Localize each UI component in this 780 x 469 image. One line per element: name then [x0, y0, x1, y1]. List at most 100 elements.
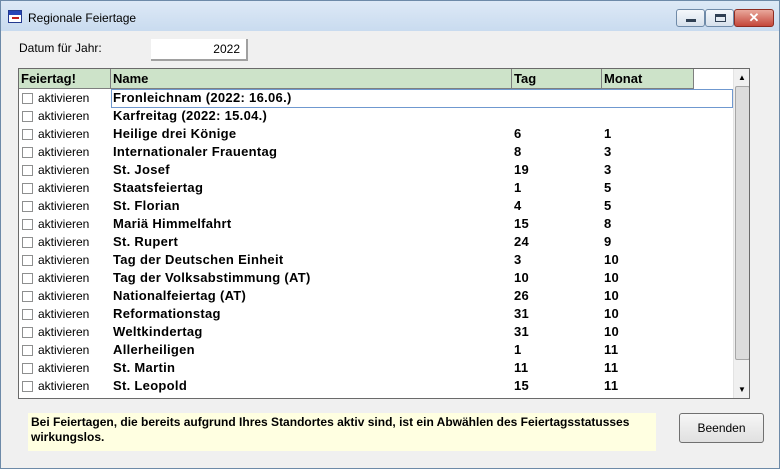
activate-cell[interactable]: aktivieren [19, 269, 111, 287]
holiday-month [602, 107, 694, 125]
activate-cell[interactable]: aktivieren [19, 305, 111, 323]
activate-cell[interactable]: aktivieren [19, 341, 111, 359]
activate-checkbox[interactable] [22, 236, 33, 248]
activate-cell[interactable]: aktivieren [19, 215, 111, 233]
scroll-thumb[interactable] [735, 86, 749, 360]
holiday-name: Weltkindertag [113, 324, 203, 339]
activate-checkbox[interactable] [22, 164, 33, 176]
holiday-day: 1 [514, 180, 522, 195]
activate-checkbox[interactable] [22, 200, 33, 212]
activate-checkbox[interactable] [22, 218, 33, 230]
year-label: Datum für Jahr: [19, 41, 102, 55]
table-row[interactable]: aktivieren Internationaler Frauentag 8 3 [19, 143, 733, 161]
vertical-scrollbar[interactable]: ▲ ▼ [733, 69, 749, 398]
activate-label: aktivieren [38, 289, 90, 303]
activate-cell[interactable]: aktivieren [19, 125, 111, 143]
title-bar[interactable]: Regionale Feiertage ✕ [1, 1, 779, 31]
activate-cell[interactable]: aktivieren [19, 161, 111, 179]
table-row[interactable]: aktivieren Tag der Volksabstimmung (AT) 10… [19, 269, 733, 287]
activate-cell[interactable]: aktivieren [19, 323, 111, 341]
activate-checkbox[interactable] [22, 128, 33, 140]
column-header-name[interactable]: Name [111, 69, 512, 89]
activate-checkbox[interactable] [22, 110, 33, 122]
activate-checkbox[interactable] [22, 290, 33, 302]
year-input[interactable] [151, 39, 248, 61]
activate-checkbox[interactable] [22, 92, 33, 104]
activate-label: aktivieren [38, 181, 90, 195]
activate-cell[interactable]: aktivieren [19, 143, 111, 161]
activate-checkbox[interactable] [22, 399, 33, 400]
column-header-active[interactable]: Feiertag! [19, 69, 111, 89]
table-row[interactable]: aktivieren Weltkindertag 31 10 [19, 323, 733, 341]
activate-label: aktivieren [38, 109, 90, 123]
holiday-day: 31 [514, 324, 530, 339]
activate-cell[interactable]: aktivieren [19, 377, 111, 395]
scroll-down-icon[interactable]: ▼ [734, 381, 749, 398]
activate-cell[interactable]: aktivieren [19, 233, 111, 251]
holiday-month: 9 [604, 234, 612, 249]
holiday-name: St. Martin [113, 360, 176, 375]
holiday-dialog: Regionale Feiertage ✕ Datum für Jahr: Fe… [0, 0, 780, 469]
holiday-name: Internationaler Frauentag [113, 144, 278, 159]
holiday-month: 5 [604, 198, 612, 213]
table-row[interactable]: aktivieren Allerheiligen 1 11 [19, 341, 733, 359]
holiday-name: St. Rupert [113, 234, 179, 249]
activate-cell[interactable]: aktivieren [19, 89, 111, 107]
holiday-name: St. Florian [113, 198, 180, 213]
table-row[interactable]: aktivieren Nationalfeiertag (AT) 26 10 [19, 287, 733, 305]
activate-checkbox[interactable] [22, 182, 33, 194]
table-row[interactable]: aktivieren Fronleichnam (2022: 16.06.) [19, 89, 733, 108]
holiday-name: Mariä Himmelfahrt [113, 216, 232, 231]
activate-checkbox[interactable] [22, 344, 33, 356]
holiday-month: 11 [604, 342, 619, 357]
activate-cell[interactable]: aktivieren [19, 287, 111, 305]
table-row[interactable]: aktivieren St. Martin 11 11 [19, 359, 733, 377]
activate-label: aktivieren [38, 307, 90, 321]
holiday-name: Staatsfeiertag [113, 180, 204, 195]
holiday-month [602, 89, 694, 107]
activate-cell[interactable]: aktivieren [19, 395, 111, 400]
close-button[interactable]: ✕ [734, 9, 774, 27]
table-row[interactable]: aktivieren Tag der Deutschen Einheit 3 10 [19, 251, 733, 269]
activate-cell[interactable]: aktivieren [19, 107, 111, 125]
column-header-month[interactable]: Monat [602, 69, 694, 89]
activate-checkbox[interactable] [22, 380, 33, 392]
table-row[interactable]: aktivieren Karfreitag (2022: 15.04.) [19, 107, 733, 125]
column-header-day[interactable]: Tag [512, 69, 602, 89]
holiday-name: Fronleichnam (2022: 16.06.) [113, 90, 292, 105]
activate-label: aktivieren [38, 343, 90, 357]
activate-checkbox[interactable] [22, 272, 33, 284]
table-row[interactable]: aktivieren Mariä Himmelfahrt 15 8 [19, 215, 733, 233]
activate-cell[interactable]: aktivieren [19, 251, 111, 269]
calendar-icon [8, 10, 22, 23]
activate-checkbox[interactable] [22, 308, 33, 320]
minimize-button[interactable] [676, 9, 705, 27]
holiday-day: 26 [514, 288, 530, 303]
activate-cell[interactable]: aktivieren [19, 359, 111, 377]
table-row[interactable]: aktivieren St. Josef 19 3 [19, 161, 733, 179]
table-row[interactable]: aktivieren Reformationstag 31 10 [19, 305, 733, 323]
holiday-name: St. Josef [113, 162, 170, 177]
activate-checkbox[interactable] [22, 146, 33, 158]
maximize-button[interactable] [705, 9, 734, 27]
table-row[interactable]: aktivieren St. Florian 4 5 [19, 197, 733, 215]
holiday-name: Tag der Deutschen Einheit [113, 252, 284, 267]
exit-button[interactable]: Beenden [679, 413, 764, 443]
table-row[interactable]: aktivieren Mariä Empfängnis812 [19, 395, 733, 400]
activate-checkbox[interactable] [22, 326, 33, 338]
activate-checkbox[interactable] [22, 362, 33, 374]
table-row[interactable]: aktivieren St. Rupert 24 9 [19, 233, 733, 251]
holiday-month: 10 [604, 252, 620, 267]
activate-cell[interactable]: aktivieren [19, 179, 111, 197]
activate-cell[interactable]: aktivieren [19, 197, 111, 215]
table-row[interactable]: aktivieren Staatsfeiertag 1 5 [19, 179, 733, 197]
scroll-up-icon[interactable]: ▲ [734, 69, 749, 86]
holiday-month: 10 [604, 270, 620, 285]
holiday-day: 3 [514, 252, 522, 267]
activate-checkbox[interactable] [22, 254, 33, 266]
table-row[interactable]: aktivieren St. Leopold 15 11 [19, 377, 733, 395]
holiday-day: 6 [514, 126, 522, 141]
table-row[interactable]: aktivieren Heilige drei Könige 6 1 [19, 125, 733, 143]
holiday-day: 4 [514, 198, 522, 213]
holiday-month: 11 [604, 378, 619, 393]
